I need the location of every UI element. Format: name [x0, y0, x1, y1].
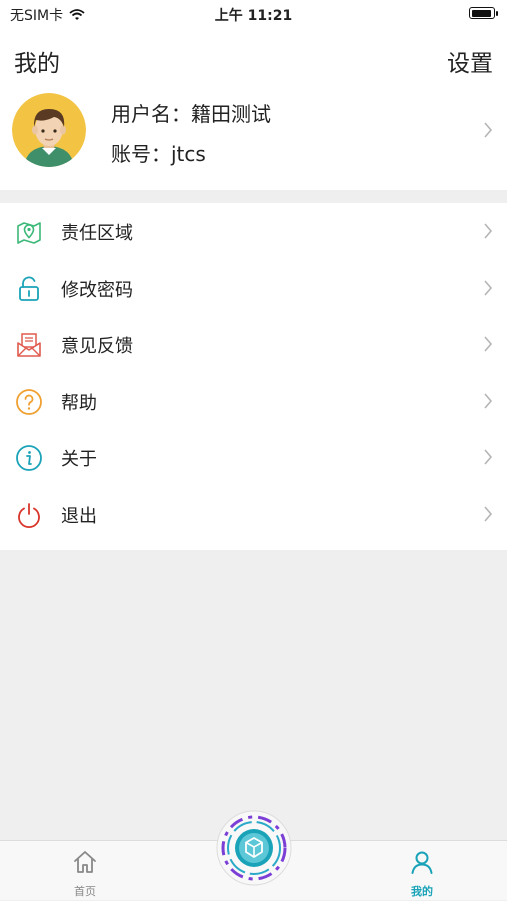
account-text: 账号：jtcs [111, 142, 206, 166]
help-icon [16, 388, 42, 415]
tab-mine-label: 我的 [411, 885, 433, 898]
menu-item-label: 帮助 [61, 392, 97, 414]
center-scan-button[interactable] [216, 810, 292, 886]
status-bar: 无SIM卡 上午 11:21 [0, 0, 507, 28]
settings-button[interactable]: 设置 [447, 44, 493, 78]
map-icon [17, 222, 41, 244]
info-icon [16, 445, 42, 471]
menu-item-label: 意见反馈 [61, 336, 133, 357]
menu-item-label: 修改密码 [61, 279, 133, 301]
battery-icon [469, 7, 498, 19]
tab-home-label: 首页 [74, 885, 96, 898]
menu-item-label: 退出 [61, 505, 97, 527]
chevron-right-icon [484, 505, 493, 522]
menu-item-logout[interactable]: 退出 [0, 486, 507, 543]
username-text: 用户名：籍田测试 [111, 102, 271, 126]
menu-item-change-password[interactable]: 修改密码 [0, 260, 507, 317]
chevron-right-icon [484, 223, 493, 239]
page-title: 我的 [14, 51, 60, 77]
menu-item-about[interactable]: 关于 [0, 429, 507, 486]
chevron-right-icon [484, 336, 493, 352]
chevron-right-icon [484, 122, 493, 138]
cube-scan-icon [216, 810, 292, 886]
avatar [12, 93, 86, 167]
chevron-right-icon [484, 392, 493, 409]
tab-home[interactable]: 首页 [35, 841, 135, 901]
home-icon [74, 851, 96, 873]
feedback-mail-icon [17, 333, 41, 357]
menu-item-feedback[interactable]: 意见反馈 [0, 316, 507, 373]
chevron-right-icon [484, 449, 493, 465]
menu-item-help[interactable]: 帮助 [0, 373, 507, 430]
user-icon [411, 851, 433, 874]
profile-card[interactable]: 用户名：籍田测试 账号：jtcs [0, 88, 507, 172]
menu-item-label: 责任区域 [61, 223, 133, 244]
menu-list: 责任区域 修改密码 意见反馈 帮助 关于 退出 [0, 203, 507, 550]
unlock-icon [19, 276, 39, 301]
tab-mine[interactable]: 我的 [372, 841, 472, 901]
profile-section: 我的 设置 用户名：籍田测试 账号：jtcs [0, 28, 507, 190]
status-time: 上午 11:21 [214, 8, 293, 24]
chevron-right-icon [484, 279, 493, 296]
menu-item-label: 关于 [61, 449, 97, 470]
power-icon [18, 502, 40, 528]
menu-item-responsibility-area[interactable]: 责任区域 [0, 203, 507, 260]
